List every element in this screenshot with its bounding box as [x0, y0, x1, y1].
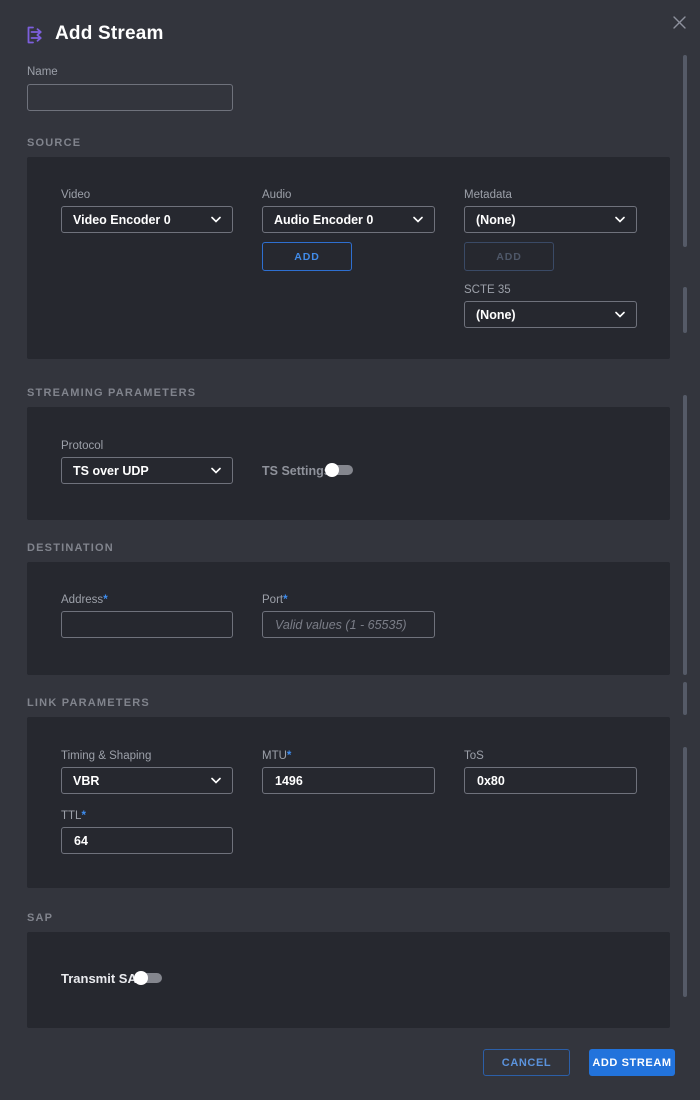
chevron-down-icon — [211, 777, 221, 784]
chevron-down-icon — [211, 467, 221, 474]
transmit-sap-toggle[interactable] — [134, 971, 162, 985]
timing-shaping-label: Timing & Shaping — [61, 750, 151, 762]
name-label: Name — [27, 66, 58, 78]
chevron-down-icon — [615, 311, 625, 318]
audio-select-value: Audio Encoder 0 — [274, 213, 373, 227]
toggle-knob — [134, 971, 148, 985]
sap-section-header: SAP — [27, 912, 53, 924]
streaming-section-header: STREAMING PARAMETERS — [27, 387, 196, 399]
cancel-button[interactable]: CANCEL — [483, 1049, 570, 1076]
close-icon[interactable] — [665, 8, 693, 36]
video-label: Video — [61, 189, 90, 201]
chevron-down-icon — [615, 216, 625, 223]
name-input[interactable] — [27, 84, 233, 111]
protocol-select[interactable]: TS over UDP — [61, 457, 233, 484]
mtu-label: MTU* — [262, 750, 291, 762]
scrollbar-thumb[interactable] — [683, 747, 687, 997]
tos-input[interactable] — [464, 767, 637, 794]
scte35-select[interactable]: (None) — [464, 301, 637, 328]
video-select-value: Video Encoder 0 — [73, 213, 171, 227]
add-stream-dialog: Add Stream Name SOURCE Video Video Encod… — [0, 0, 700, 1100]
scrollbar-thumb[interactable] — [683, 395, 687, 675]
metadata-select-value: (None) — [476, 213, 516, 227]
required-asterisk: * — [103, 594, 107, 606]
chevron-down-icon — [413, 216, 423, 223]
source-section-header: SOURCE — [27, 137, 81, 149]
mtu-input[interactable] — [262, 767, 435, 794]
chevron-down-icon — [211, 216, 221, 223]
transmit-sap-label: Transmit SAP — [61, 971, 146, 986]
destination-section-header: DESTINATION — [27, 542, 114, 554]
scte35-select-value: (None) — [476, 308, 516, 322]
protocol-select-value: TS over UDP — [73, 464, 149, 478]
add-metadata-button-disabled: ADD — [464, 242, 554, 271]
video-select[interactable]: Video Encoder 0 — [61, 206, 233, 233]
required-asterisk: * — [283, 594, 287, 606]
metadata-label: Metadata — [464, 189, 512, 201]
port-input[interactable] — [262, 611, 435, 638]
ts-settings-label: TS Settings — [262, 464, 331, 478]
scrollbar-thumb[interactable] — [683, 55, 687, 247]
toggle-knob — [325, 463, 339, 477]
tos-label: ToS — [464, 750, 484, 762]
ttl-input[interactable] — [61, 827, 233, 854]
add-audio-button[interactable]: ADD — [262, 242, 352, 271]
port-label: Port* — [262, 594, 288, 606]
audio-select[interactable]: Audio Encoder 0 — [262, 206, 435, 233]
scte35-label: SCTE 35 — [464, 284, 511, 296]
timing-shaping-select[interactable]: VBR — [61, 767, 233, 794]
add-stream-button[interactable]: ADD STREAM — [589, 1049, 675, 1076]
scrollbar-thumb[interactable] — [683, 287, 687, 333]
required-asterisk: * — [81, 810, 85, 822]
address-label: Address* — [61, 594, 108, 606]
page-title: Add Stream — [55, 23, 164, 45]
ttl-label: TTL* — [61, 810, 86, 822]
timing-shaping-select-value: VBR — [73, 774, 99, 788]
protocol-label: Protocol — [61, 440, 103, 452]
link-section-header: LINK PARAMETERS — [27, 697, 150, 709]
address-input[interactable] — [61, 611, 233, 638]
metadata-select[interactable]: (None) — [464, 206, 637, 233]
scrollbar-thumb[interactable] — [683, 682, 687, 715]
audio-label: Audio — [262, 189, 291, 201]
stream-icon — [24, 24, 46, 46]
required-asterisk: * — [287, 750, 291, 762]
ts-settings-toggle[interactable] — [325, 463, 353, 477]
link-panel — [27, 717, 670, 888]
